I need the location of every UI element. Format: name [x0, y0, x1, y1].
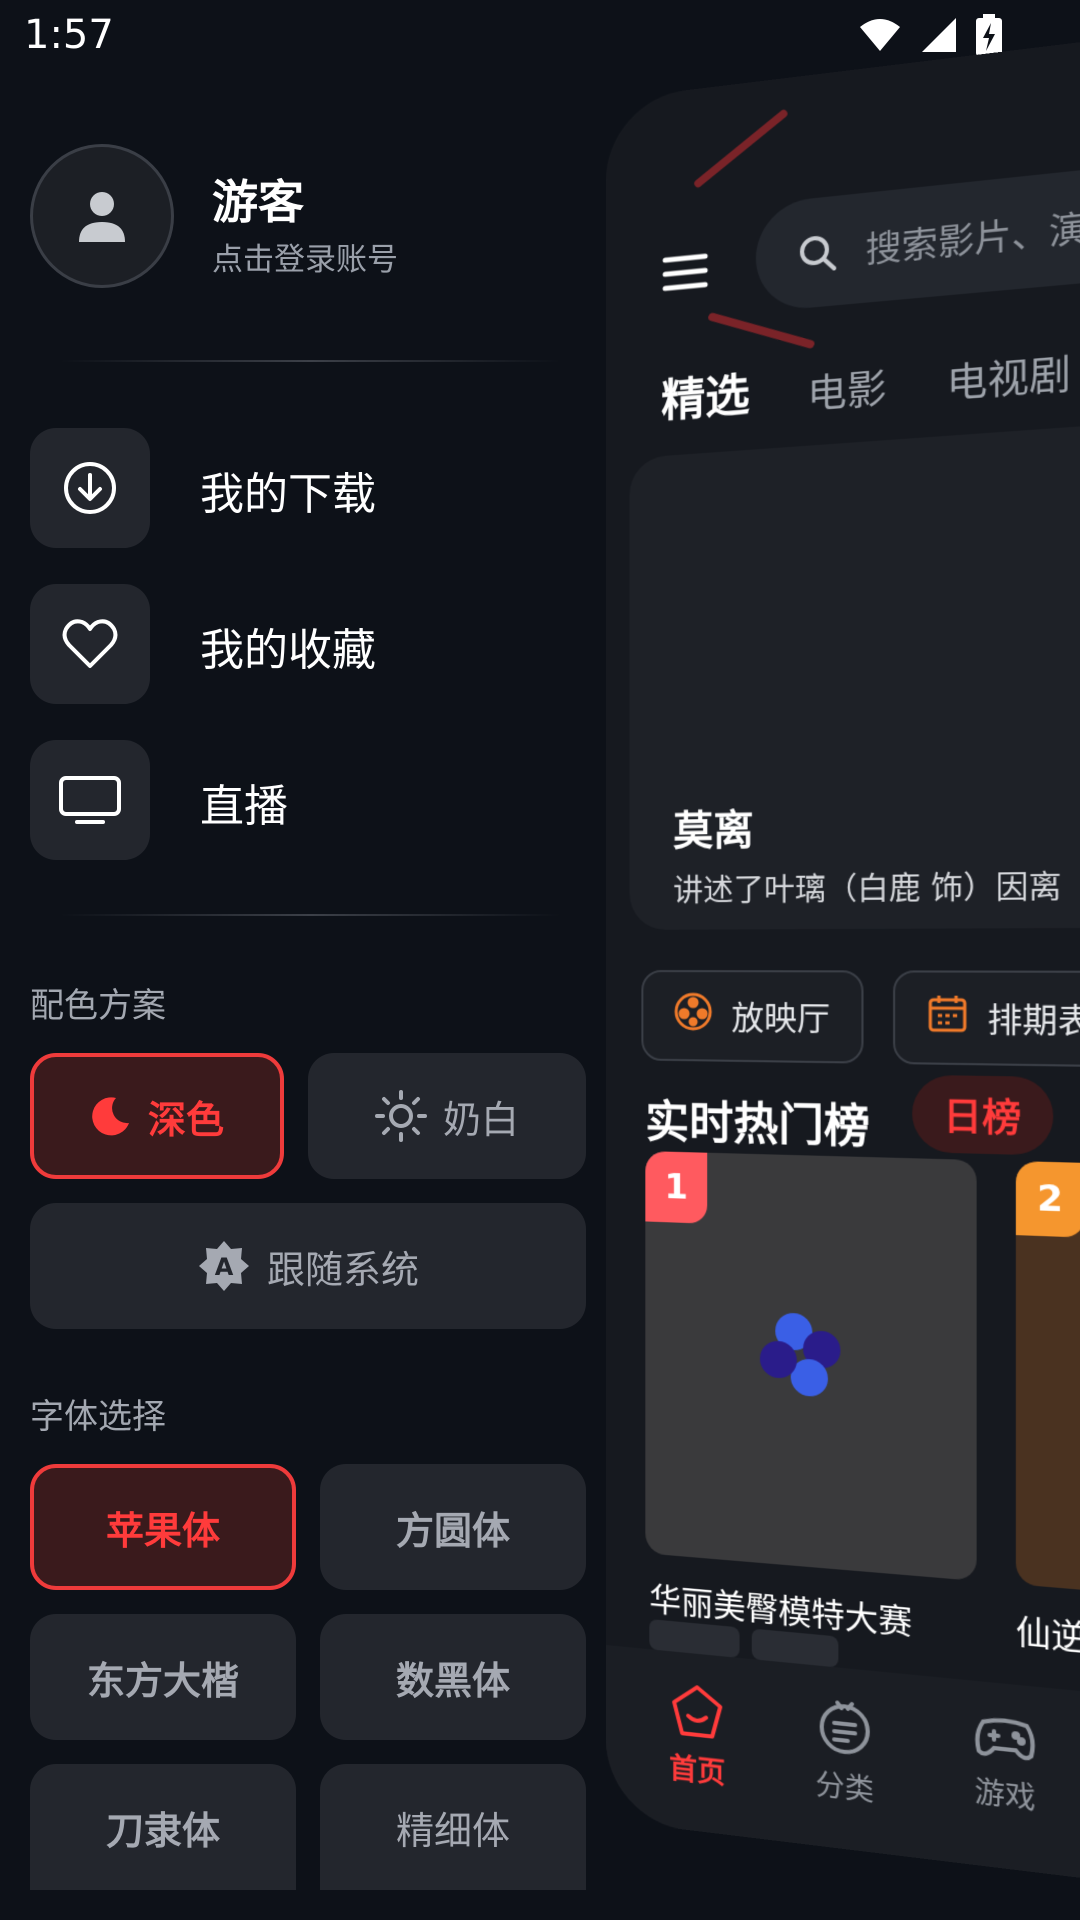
login-prompt[interactable]: 点击登录账号	[212, 234, 398, 279]
font-option-label: 数黑体	[395, 1658, 510, 1703]
download-icon	[30, 428, 150, 548]
font-option-jingxi[interactable]: 精细体	[320, 1764, 586, 1890]
hot-list-title: 实时热门榜	[645, 1096, 870, 1154]
divider	[60, 914, 560, 916]
font-option-apple[interactable]: 苹果体	[30, 1464, 296, 1590]
bottom-navigation: 首页 分类 游戏	[606, 1645, 1080, 1887]
theme-dark-button[interactable]: 深色	[30, 1053, 284, 1179]
category-icon	[817, 1696, 873, 1758]
navigation-drawer: 游客 点击登录账号 我的下载 我的收藏 直播 配色方案 深色 奶白 A 跟随系统…	[0, 72, 600, 1920]
menu-item-downloads[interactable]: 我的下载	[30, 428, 570, 548]
nav-label: 首页	[669, 1751, 726, 1791]
schedule-chip[interactable]: 排期表	[893, 970, 1080, 1069]
font-option-label: 刀隶体	[105, 1808, 220, 1853]
theme-section-label: 配色方案	[30, 986, 166, 1026]
menu-label: 直播	[200, 781, 288, 832]
theme-light-label: 奶白	[442, 1097, 519, 1142]
tv-icon	[30, 740, 150, 860]
heart-icon	[30, 584, 150, 704]
font-option-shuhei[interactable]: 数黑体	[320, 1614, 586, 1740]
nav-category[interactable]: 分类	[782, 1693, 907, 1814]
user-icon	[79, 192, 125, 242]
chip-label: 排期表	[987, 1000, 1080, 1042]
search-icon	[797, 231, 839, 280]
main-content-preview[interactable]: 搜索影片、演 精选 电影 电视剧 莫离 讲述了叶璃（白鹿 饰）因离 放映厅 排期…	[606, 33, 1080, 1887]
status-icons	[858, 14, 1002, 60]
divider	[60, 360, 560, 362]
font-option-fangyuan[interactable]: 方圆体	[320, 1464, 586, 1590]
nav-games[interactable]: 游戏	[940, 1709, 1071, 1822]
category-tabs: 精选 电影 电视剧	[661, 331, 1071, 430]
menu-item-live[interactable]: 直播	[30, 740, 570, 860]
menu-item-favorites[interactable]: 我的收藏	[30, 584, 570, 704]
decor-streak	[692, 108, 789, 189]
theme-system-label: 跟随系统	[266, 1247, 419, 1292]
menu-label: 我的收藏	[200, 625, 376, 676]
tab-tv[interactable]: 电视剧	[946, 341, 1071, 409]
poster-card[interactable]: 1	[645, 1151, 977, 1581]
daily-ranking-pill[interactable]: 日榜	[912, 1074, 1054, 1156]
chip-label: 放映厅	[731, 998, 831, 1039]
calendar-icon	[927, 993, 968, 1042]
tab-featured[interactable]: 精选	[661, 358, 750, 430]
font-option-label: 苹果体	[105, 1508, 220, 1553]
menu-label: 我的下载	[200, 469, 376, 520]
svg-text:A: A	[215, 1253, 234, 1281]
film-reel-icon	[673, 991, 713, 1040]
theme-system-button[interactable]: A 跟随系统	[30, 1203, 586, 1329]
nav-label: 分类	[815, 1767, 875, 1809]
status-time: 1:57	[24, 12, 114, 58]
loading-icon	[759, 1312, 841, 1398]
home-icon	[670, 1682, 724, 1742]
featured-banner[interactable]: 莫离 讲述了叶璃（白鹿 饰）因离	[629, 419, 1080, 930]
signal-icon	[920, 16, 958, 58]
auto-brightness-icon: A	[197, 1239, 251, 1293]
cinema-chip[interactable]: 放映厅	[641, 970, 864, 1064]
rank-badge: 2	[1015, 1161, 1080, 1238]
rank-badge: 1	[645, 1151, 708, 1224]
nav-home[interactable]: 首页	[637, 1678, 757, 1796]
banner-description: 讲述了叶璃（白鹿 饰）因离	[673, 868, 1062, 909]
banner-title: 莫离	[673, 806, 754, 856]
theme-light-button[interactable]: 奶白	[308, 1053, 586, 1179]
poster-title: 仙逆	[1015, 1611, 1080, 1659]
profile-header[interactable]: 游客 点击登录账号	[30, 144, 590, 294]
moon-icon	[90, 1095, 132, 1137]
search-placeholder: 搜索影片、演	[865, 208, 1080, 272]
font-option-label: 精细体	[395, 1808, 510, 1853]
decor-streak	[707, 312, 816, 350]
gamepad-icon	[972, 1712, 1038, 1765]
font-section-label: 字体选择	[30, 1397, 166, 1437]
nav-label: 游戏	[974, 1774, 1036, 1817]
font-option-label: 东方大楷	[86, 1658, 239, 1703]
avatar[interactable]	[30, 144, 174, 288]
menu-icon[interactable]	[661, 250, 709, 299]
search-input[interactable]: 搜索影片、演	[755, 156, 1080, 313]
tab-movies[interactable]: 电影	[807, 356, 887, 419]
profile-name: 游客	[212, 175, 304, 229]
font-option-daoli[interactable]: 刀隶体	[30, 1764, 296, 1890]
font-option-label: 方圆体	[395, 1508, 510, 1553]
font-option-dongfang[interactable]: 东方大楷	[30, 1614, 296, 1740]
wifi-icon	[858, 17, 902, 57]
poster-card[interactable]: 2	[1015, 1161, 1080, 1598]
theme-dark-label: 深色	[147, 1097, 224, 1142]
sun-icon	[374, 1090, 427, 1142]
